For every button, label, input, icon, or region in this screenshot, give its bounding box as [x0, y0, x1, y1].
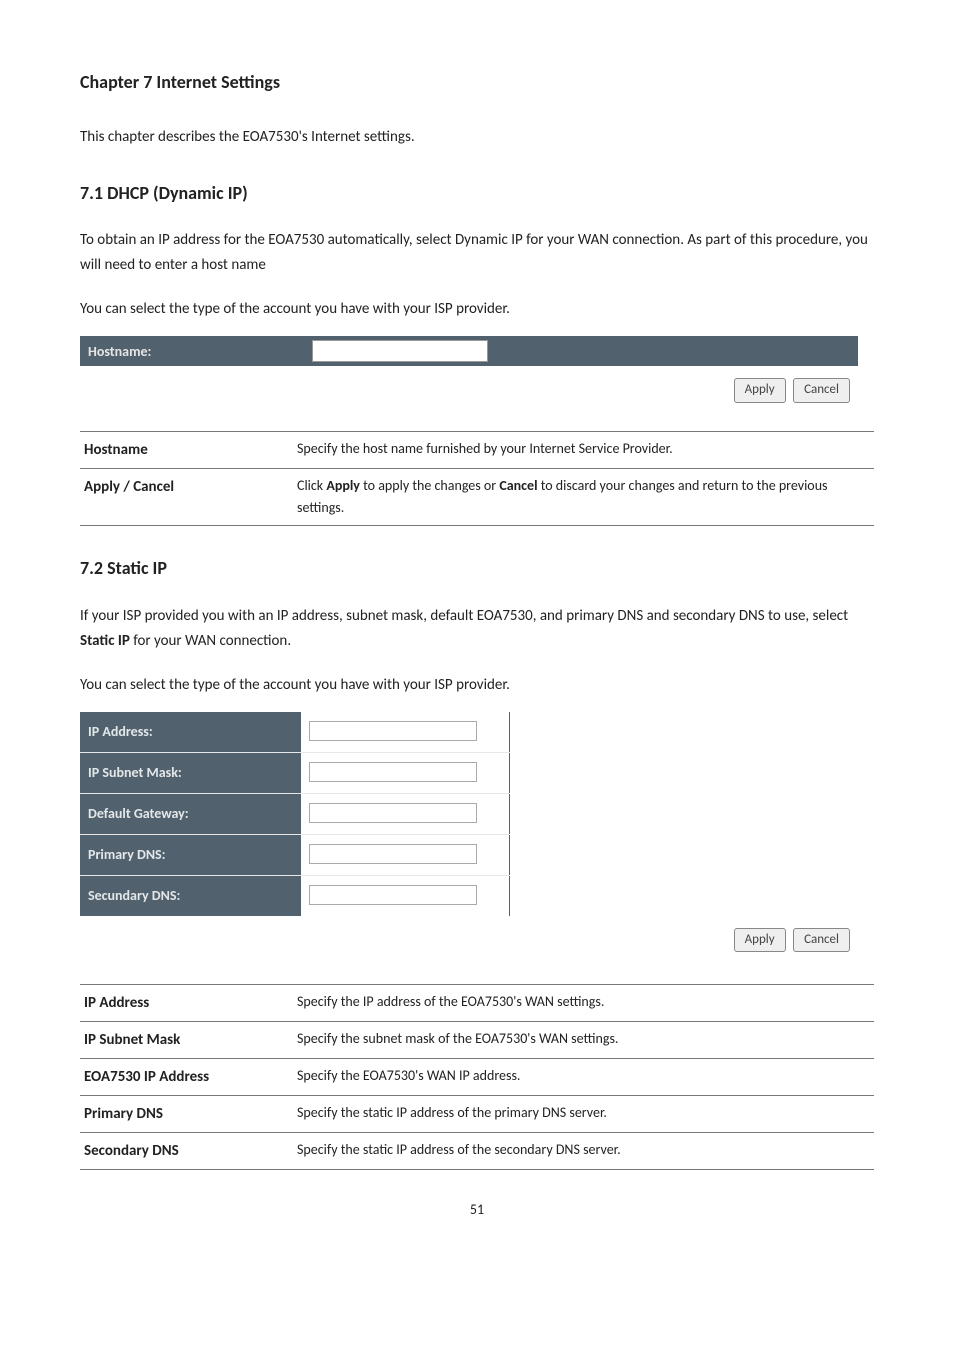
def-term: EOA7530 IP Address — [80, 1059, 293, 1096]
apply-button[interactable]: Apply — [734, 378, 786, 402]
def-desc: Specify the IP address of the EOA7530's … — [293, 985, 874, 1022]
def-row: IP Address Specify the IP address of the… — [80, 985, 874, 1022]
hostname-row: Hostname: — [80, 336, 858, 366]
form-row-primary-dns: Primary DNS: — [80, 835, 510, 876]
definitions-table-1: Hostname Specify the host name furnished… — [80, 431, 874, 527]
def-row: Primary DNS Specify the static IP addres… — [80, 1096, 874, 1133]
def-desc: Specify the static IP address of the sec… — [293, 1133, 874, 1170]
form-label: IP Address: — [80, 712, 301, 753]
secondary-dns-input[interactable] — [309, 885, 477, 905]
def-term: IP Subnet Mask — [80, 1022, 293, 1059]
button-row-1: Apply Cancel — [80, 378, 850, 402]
def-row: Secondary DNS Specify the static IP addr… — [80, 1133, 874, 1170]
def-row: IP Subnet Mask Specify the subnet mask o… — [80, 1022, 874, 1059]
def-desc: Specify the host name furnished by your … — [293, 431, 874, 468]
def-term: Primary DNS — [80, 1096, 293, 1133]
apply-button[interactable]: Apply — [734, 928, 786, 952]
isp-provider-line-2: You can select the type of the account y… — [80, 673, 874, 699]
definitions-table-2: IP Address Specify the IP address of the… — [80, 984, 874, 1170]
button-row-2: Apply Cancel — [80, 928, 850, 952]
def-row-apply-cancel: Apply / Cancel Click Apply to apply the … — [80, 468, 874, 526]
intro-paragraph: This chapter describes the EOA7530's Int… — [80, 125, 874, 151]
hostname-label: Hostname: — [88, 342, 312, 362]
def-desc: Click Apply to apply the changes or Canc… — [293, 468, 874, 526]
form-row-subnet-mask: IP Subnet Mask: — [80, 753, 510, 794]
default-gateway-input[interactable] — [309, 803, 477, 823]
form-label: IP Subnet Mask: — [80, 753, 301, 794]
def-row-hostname: Hostname Specify the host name furnished… — [80, 431, 874, 468]
def-term: IP Address — [80, 985, 293, 1022]
def-term: Secondary DNS — [80, 1133, 293, 1170]
form-label: Default Gateway: — [80, 794, 301, 835]
primary-dns-input[interactable] — [309, 844, 477, 864]
cancel-button[interactable]: Cancel — [793, 378, 850, 402]
def-row: EOA7530 IP Address Specify the EOA7530's… — [80, 1059, 874, 1096]
cancel-button[interactable]: Cancel — [793, 928, 850, 952]
section-7-1-paragraph: To obtain an IP address for the EOA7530 … — [80, 228, 874, 279]
chapter-title: Chapter 7 Internet Settings — [80, 70, 874, 95]
section-7-2-title: 7.2 Static IP — [80, 556, 874, 581]
form-row-secondary-dns: Secundary DNS: — [80, 876, 510, 917]
form-label: Primary DNS: — [80, 835, 301, 876]
isp-provider-line-1: You can select the type of the account y… — [80, 297, 874, 323]
def-term: Hostname — [80, 431, 293, 468]
hostname-input[interactable] — [312, 340, 488, 362]
def-desc: Specify the EOA7530's WAN IP address. — [293, 1059, 874, 1096]
section-7-2-paragraph: If your ISP provided you with an IP addr… — [80, 604, 874, 655]
ip-address-input[interactable] — [309, 721, 477, 741]
def-desc: Specify the static IP address of the pri… — [293, 1096, 874, 1133]
subnet-mask-input[interactable] — [309, 762, 477, 782]
def-desc: Specify the subnet mask of the EOA7530's… — [293, 1022, 874, 1059]
form-row-default-gateway: Default Gateway: — [80, 794, 510, 835]
form-label: Secundary DNS: — [80, 876, 301, 917]
def-term: Apply / Cancel — [80, 468, 293, 526]
page-number: 51 — [80, 1200, 874, 1220]
section-7-1-title: 7.1 DHCP (Dynamic IP) — [80, 181, 874, 206]
form-row-ip-address: IP Address: — [80, 712, 510, 753]
static-ip-form: IP Address: IP Subnet Mask: Default Gate… — [80, 712, 510, 916]
